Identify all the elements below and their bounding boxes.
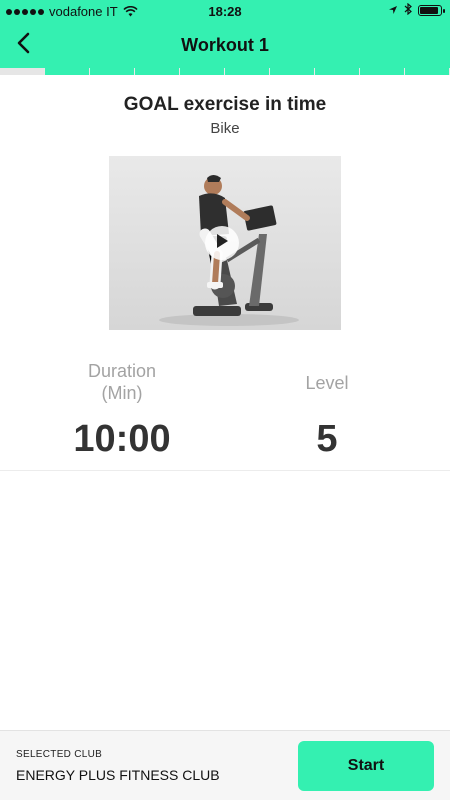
selected-club-name[interactable]: ENERGY PLUS FITNESS CLUB (16, 767, 220, 783)
duration-label-line2: (Min) (101, 383, 143, 403)
progress-segment (315, 68, 360, 75)
page-title: Workout 1 (181, 35, 269, 55)
progress-segment (405, 68, 450, 75)
progress-segment (0, 68, 45, 75)
exercise-progress-segments (0, 68, 450, 75)
exercise-title: GOAL exercise in time (123, 94, 327, 115)
progress-segment (180, 68, 225, 75)
status-time: 18:28 (208, 4, 242, 19)
footer-bar: SELECTED CLUB ENERGY PLUS FITNESS CLUB S… (0, 730, 450, 800)
start-button[interactable]: Start (298, 741, 434, 791)
divider (0, 470, 450, 471)
level-value: 5 (316, 418, 338, 460)
progress-segment (225, 68, 270, 75)
nav-bar: Workout 1 (0, 22, 450, 68)
play-icon (215, 233, 229, 254)
duration-stat: Duration (Min) 10:00 (22, 360, 222, 460)
status-right (388, 2, 445, 18)
location-arrow-icon (388, 3, 398, 18)
exercise-subtitle: Bike (210, 120, 240, 137)
exercise-video[interactable] (109, 156, 341, 330)
duration-label-line1: Duration (87, 361, 157, 381)
progress-segment (270, 68, 315, 75)
progress-segment (90, 68, 135, 75)
progress-segment (360, 68, 405, 75)
play-button[interactable] (205, 226, 239, 260)
progress-segment (45, 68, 90, 75)
battery-icon (418, 5, 445, 16)
status-bar: vodafone IT 18:28 (0, 0, 450, 22)
header-area: vodafone IT 18:28 Workout 1 (0, 0, 450, 75)
progress-segment (135, 68, 180, 75)
level-label: Level (305, 373, 349, 393)
duration-value: 10:00 (73, 418, 171, 460)
workout-screen: vodafone IT 18:28 Workout 1 GOAL exercis… (0, 0, 450, 800)
level-stat: Level 5 (227, 360, 427, 460)
duration-label: Duration (Min) (22, 360, 222, 404)
bluetooth-icon (404, 2, 412, 18)
selected-club-caption: SELECTED CLUB (16, 749, 103, 760)
